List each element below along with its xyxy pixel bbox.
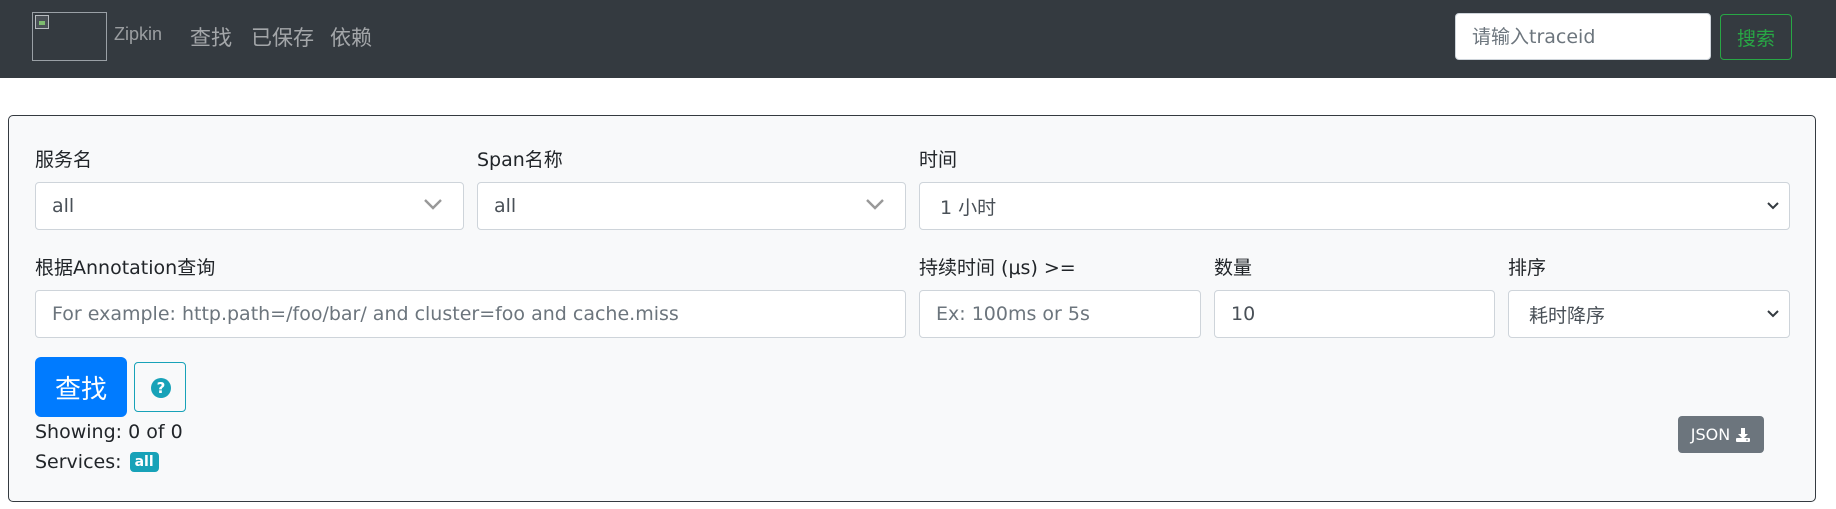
- limit-input[interactable]: [1231, 303, 1478, 325]
- service-name-select[interactable]: all: [35, 182, 464, 230]
- duration-input[interactable]: [936, 303, 1184, 325]
- sort-order-select[interactable]: 耗时降序: [1508, 290, 1790, 338]
- time-label: 时间: [919, 149, 958, 171]
- service-name-value: all: [52, 195, 75, 217]
- caret-down-icon: [1767, 202, 1779, 210]
- broken-image-icon: [35, 15, 49, 29]
- annotation-query-label: 根据Annotation查询: [35, 257, 216, 279]
- brand-name[interactable]: Zipkin: [114, 24, 162, 45]
- download-icon: [1736, 427, 1751, 442]
- sort-order-value: 耗时降序: [1529, 304, 1606, 327]
- help-button[interactable]: ?: [134, 362, 186, 412]
- service-name-label: 服务名: [35, 149, 93, 171]
- json-button-label: JSON: [1690, 425, 1731, 444]
- span-name-select[interactable]: all: [477, 182, 906, 230]
- results-count: Showing: 0 of 0: [35, 421, 183, 443]
- annotation-query-input[interactable]: [52, 303, 889, 325]
- json-download-button[interactable]: JSON: [1678, 416, 1764, 453]
- services-label: Services:: [35, 451, 122, 473]
- question-circle-icon: ?: [151, 378, 171, 398]
- chevron-down-icon: [866, 199, 884, 210]
- limit-label: 数量: [1214, 257, 1253, 279]
- find-traces-button[interactable]: 查找: [35, 357, 127, 417]
- span-name-value: all: [494, 195, 517, 217]
- caret-down-icon: [1767, 310, 1779, 318]
- search-form-card: 服务名 Span名称 时间 all all 1 小时 根据Annotation查…: [8, 115, 1816, 502]
- traceid-search-button[interactable]: 搜索: [1720, 14, 1792, 60]
- services-summary: Services: all: [35, 451, 159, 473]
- time-range-value: 1 小时: [940, 196, 997, 219]
- sort-label: 排序: [1508, 257, 1547, 279]
- nav-link-dependencies[interactable]: 依赖: [330, 22, 372, 52]
- time-range-select[interactable]: 1 小时: [919, 182, 1790, 230]
- service-badge-all[interactable]: all: [129, 452, 159, 472]
- span-name-label: Span名称: [477, 149, 563, 171]
- brand-logo-image[interactable]: [32, 12, 107, 61]
- nav-link-find[interactable]: 查找: [190, 22, 232, 52]
- chevron-down-icon: [424, 199, 442, 210]
- nav-link-saved[interactable]: 已保存: [251, 22, 314, 52]
- limit-field[interactable]: [1214, 290, 1495, 338]
- top-navbar: Zipkin 查找 已保存 依赖 搜索: [0, 0, 1836, 78]
- duration-label: 持续时间 (μs) >=: [919, 257, 1076, 279]
- duration-field[interactable]: [919, 290, 1201, 338]
- annotation-query-field[interactable]: [35, 290, 906, 338]
- traceid-input[interactable]: [1455, 13, 1711, 60]
